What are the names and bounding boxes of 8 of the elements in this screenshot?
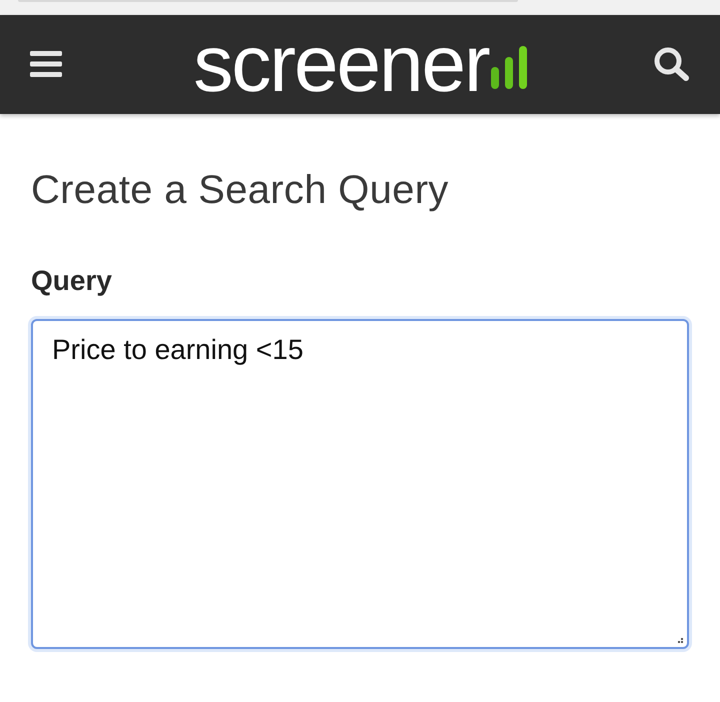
logo-text[interactable]: screener [193,24,489,105]
query-field[interactable]: Price to earning <15 [31,319,689,649]
search-icon[interactable] [654,46,690,80]
signal-bars-icon [490,46,527,89]
field-label: Query [31,264,113,298]
page-title: Create a Search Query [31,167,450,214]
menu-icon[interactable] [30,50,62,76]
resize-handle-icon[interactable] [678,638,684,644]
